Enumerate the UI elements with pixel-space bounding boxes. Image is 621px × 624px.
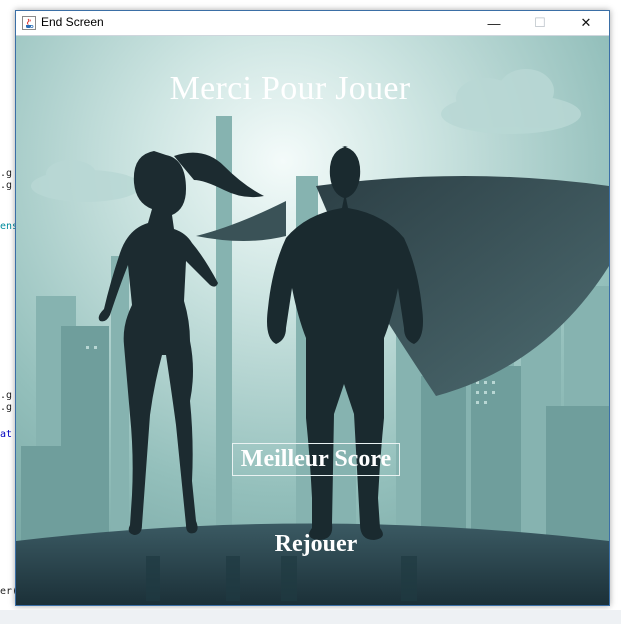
code-fragment: .g [0,180,13,191]
code-fragment: at [0,429,13,440]
maximize-button[interactable]: ☐ [517,11,563,35]
code-fragment: .g [0,390,13,401]
java-coffee-icon [22,16,36,30]
window-title: End Screen [41,15,104,29]
title-bar[interactable]: End Screen — ☐ ✕ [16,11,609,36]
code-fragment: .g [0,402,13,413]
code-fragment: .g [0,168,13,179]
background-ide-gutter [0,0,16,624]
close-button[interactable]: ✕ [563,11,609,35]
replay-button[interactable]: Rejouer [246,526,386,562]
game-over-panel: Merci Pour Jouer Meilleur Score Rejouer [16,36,609,605]
desktop-background [0,610,621,624]
minimize-button[interactable]: — [471,11,517,35]
superhero-background-image [16,36,609,605]
thanks-headline: Merci Pour Jouer [169,70,411,107]
best-score-button[interactable]: Meilleur Score [232,443,400,476]
end-screen-window: End Screen — ☐ ✕ Merci Pour Jouer Meille… [15,10,610,606]
